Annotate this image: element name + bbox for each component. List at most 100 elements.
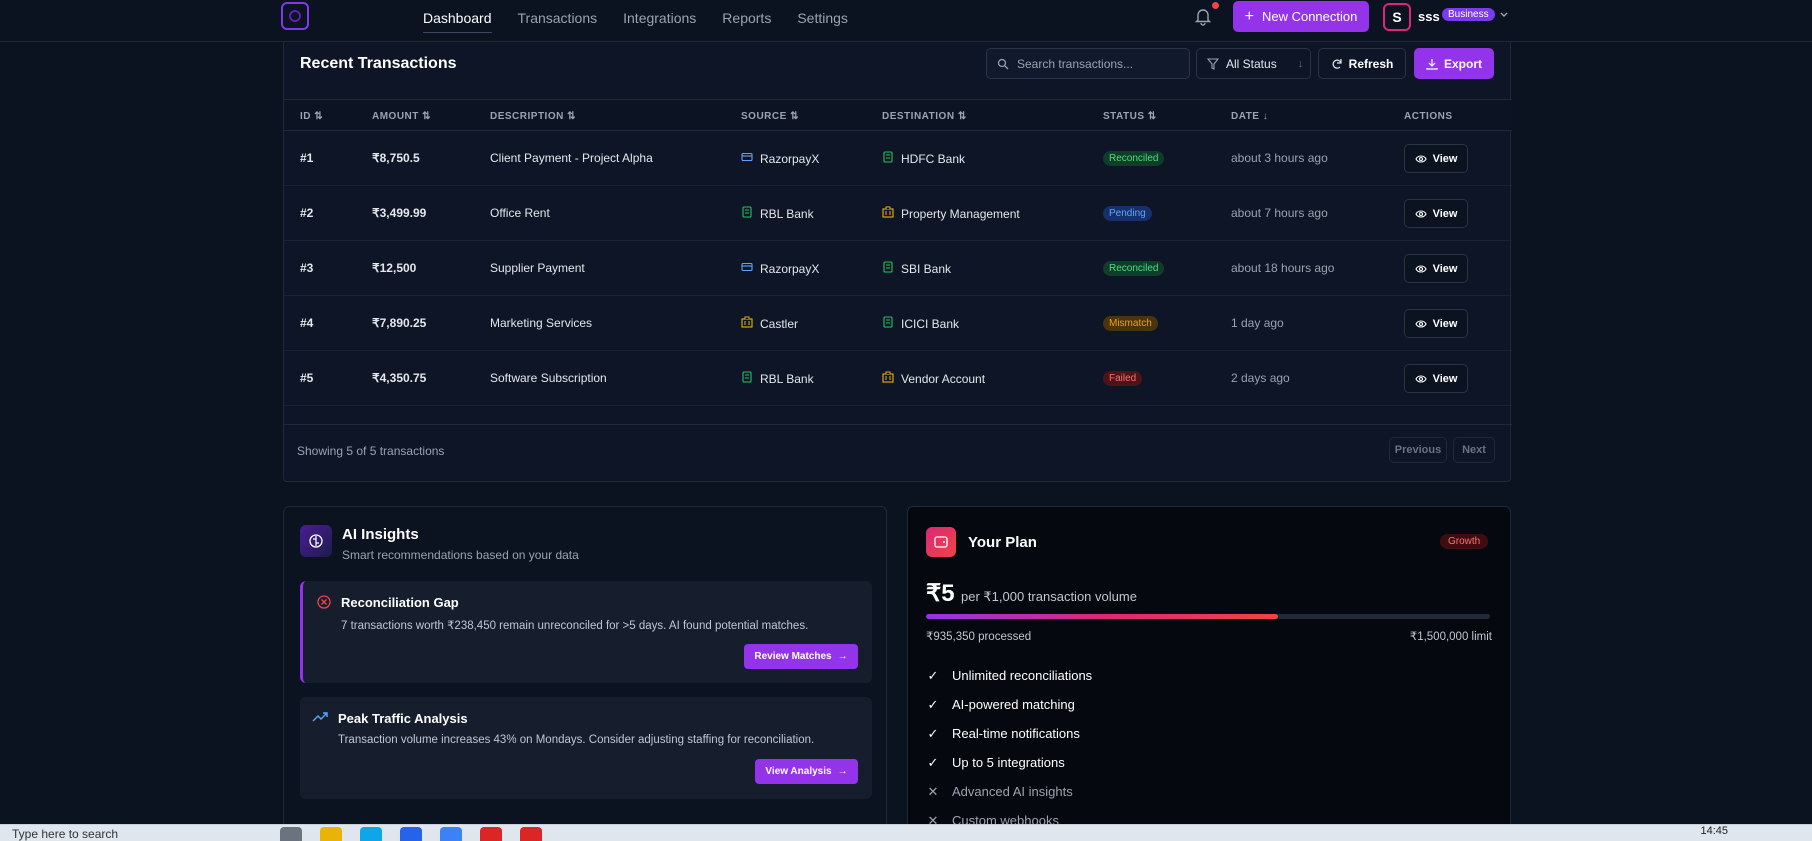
tx-amount: ₹3,499.99 [372,206,427,220]
plan-price: ₹5 [926,580,955,607]
view-button[interactable]: View [1404,364,1468,393]
tx-date: about 7 hours ago [1231,206,1328,220]
tx-destination-label: HDFC Bank [901,151,966,166]
plan-tier-badge: Growth [1440,534,1489,549]
arrow-right-icon: → [837,651,848,662]
view-label: View [1432,207,1458,220]
refresh-icon [1332,58,1342,69]
col-date[interactable]: DATE ↓ [1231,111,1268,122]
table-row[interactable]: #1 ₹8,750.5 Client Payment - Project Alpha… [284,131,1512,186]
tx-source-label: RazorpayX [760,261,820,276]
os-taskbar: Type here to search 14:45 [0,824,1812,841]
table-row[interactable]: #5 ₹4,350.75 Software Subscription RBL Bank… [284,351,1512,406]
nav-settings[interactable]: Settings [797,4,848,32]
col-id[interactable]: ID ⇅ [300,111,323,122]
top-navigation: Dashboard Transactions Integrations Repo… [0,0,1812,42]
check-icon: ✓ [927,754,939,770]
insight-text: Transaction volume increases 43% on Mond… [338,734,815,746]
plan-feature: ✕ Advanced AI insights [926,777,1092,806]
task-view-icon[interactable] [280,827,302,841]
edge-icon[interactable] [360,827,382,841]
chevron-down-icon[interactable] [1499,10,1509,20]
eye-icon [1414,209,1427,218]
col-source[interactable]: SOURCE ⇅ [741,111,799,122]
taskbar-search[interactable]: Type here to search [0,827,260,841]
plan-feature-label: Up to 5 integrations [952,755,1065,770]
next-button[interactable]: Next [1453,437,1495,463]
new-connection-button[interactable]: + New Connection [1233,1,1369,32]
tx-amount: ₹8,750.5 [372,151,420,165]
tx-status: Mismatch [1103,316,1158,331]
media-icon[interactable] [440,827,462,841]
username[interactable]: sss [1418,9,1440,24]
card-icon [741,261,753,276]
status-filter-value: All Status [1226,56,1277,71]
file-explorer-icon[interactable] [320,827,342,841]
col-status[interactable]: STATUS ⇅ [1103,111,1157,122]
table-header: ID ⇅ AMOUNT ⇅ DESCRIPTION ⇅ SOURCE ⇅ DES… [284,99,1512,131]
view-label: View [1432,152,1458,165]
tx-date: about 3 hours ago [1231,151,1328,165]
status-filter[interactable]: All Status ↓ [1196,48,1311,79]
bank-icon [882,261,894,276]
chrome-icon[interactable] [520,827,542,841]
plan-feature-label: Advanced AI insights [952,784,1073,799]
tx-description: Supplier Payment [490,261,585,275]
app-logo[interactable] [281,2,309,30]
view-button[interactable]: View [1404,199,1468,228]
eye-icon [1414,319,1427,328]
view-button[interactable]: View [1404,309,1468,338]
tx-id: #2 [300,206,314,220]
view-button[interactable]: View [1404,144,1468,173]
tx-source-label: RazorpayX [760,151,820,166]
nav-dashboard[interactable]: Dashboard [423,4,492,33]
avatar[interactable]: S [1383,3,1411,31]
tx-status: Failed [1103,371,1143,386]
tx-amount: ₹7,890.25 [372,316,427,330]
view-button[interactable]: View [1404,254,1468,283]
bank-icon [741,371,753,386]
building-icon [882,371,894,386]
view-label: View [1432,317,1458,330]
table-row[interactable]: #3 ₹12,500 Supplier Payment RazorpayX SBI Ba… [284,241,1512,296]
col-amount[interactable]: AMOUNT ⇅ [372,111,431,122]
tx-source: RazorpayX [741,151,819,166]
tx-description: Client Payment - Project Alpha [490,151,653,165]
insight-title: Reconciliation Gap [341,595,459,610]
tx-source: RBL Bank [741,371,814,386]
tx-status: Reconciled [1103,261,1165,276]
view-analysis-button[interactable]: View Analysis → [755,759,858,784]
x-icon: ✕ [927,783,939,799]
plus-icon: + [1244,7,1254,25]
tx-date: about 18 hours ago [1231,261,1335,275]
search-box[interactable] [986,48,1190,79]
tx-destination: Property Management [882,206,1020,221]
review-matches-button[interactable]: Review Matches → [744,644,858,669]
nav-reports[interactable]: Reports [722,4,771,32]
table-row[interactable]: #4 ₹7,890.25 Marketing Services Castler ICIC… [284,296,1512,351]
export-button[interactable]: Export [1414,48,1494,79]
store-icon[interactable] [400,827,422,841]
bell-icon[interactable] [1193,6,1213,26]
insight-peak-traffic: Peak Traffic Analysis Transaction volume… [300,697,872,799]
insight-text: 7 transactions worth ₹238,450 remain unr… [341,620,809,632]
plan-feature-label: Real-time notifications [952,726,1080,741]
filter-icon [1207,57,1219,70]
chrome-icon[interactable] [480,827,502,841]
refresh-button[interactable]: Refresh [1318,48,1406,79]
previous-button[interactable]: Previous [1389,437,1447,463]
tx-destination-label: Vendor Account [901,371,986,386]
tx-source: Castler [741,316,798,331]
bank-icon [882,316,894,331]
plan-feature: ✓ Unlimited reconciliations [926,661,1093,690]
tx-destination-label: SBI Bank [901,261,952,276]
col-description[interactable]: DESCRIPTION ⇅ [490,111,576,122]
tx-description: Office Rent [490,206,550,220]
table-row[interactable]: #2 ₹3,499.99 Office Rent RBL Bank Property M… [284,186,1512,241]
col-destination[interactable]: DESTINATION ⇅ [882,111,967,122]
insight-title: Peak Traffic Analysis [338,711,468,726]
search-input[interactable] [1017,56,1177,71]
nav-transactions[interactable]: Transactions [518,4,598,32]
tx-date: 2 days ago [1231,371,1290,385]
nav-integrations[interactable]: Integrations [623,4,696,32]
